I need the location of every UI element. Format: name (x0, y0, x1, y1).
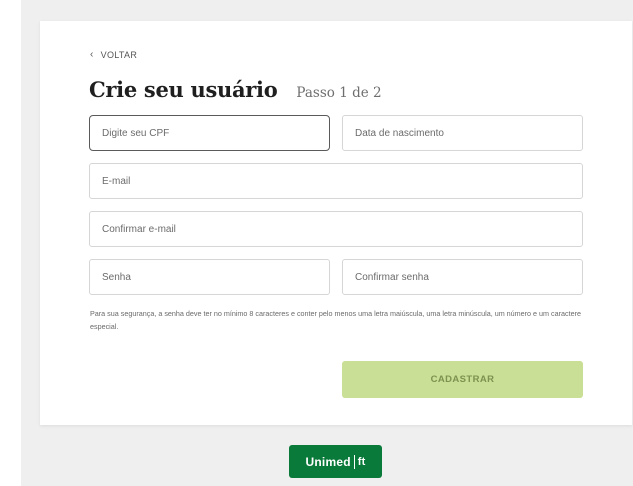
logo-glyph: ft (357, 455, 366, 468)
page-title: Crie seu usuário (89, 77, 278, 102)
back-label: VOLTAR (100, 50, 138, 60)
chevron-left-icon: ‹ (90, 49, 94, 60)
password-hint: Para sua segurança, a senha deve ter no … (90, 309, 581, 331)
registration-card: ‹ VOLTAR Crie seu usuário Passo 1 de 2 P… (40, 21, 632, 425)
birthdate-field[interactable] (342, 115, 583, 151)
cpf-input[interactable] (102, 127, 329, 139)
birthdate-input[interactable] (355, 127, 582, 139)
confirm-password-field[interactable] (342, 259, 583, 295)
register-button[interactable]: CADASTRAR (342, 361, 583, 398)
email-field[interactable] (89, 163, 583, 199)
password-input[interactable] (102, 271, 329, 283)
confirm-password-input[interactable] (355, 271, 582, 283)
back-link[interactable]: ‹ VOLTAR (90, 49, 138, 61)
title-row: Crie seu usuário Passo 1 de 2 (89, 77, 382, 102)
unimed-logo: Unimed ft (289, 445, 382, 478)
confirm-email-input[interactable] (102, 223, 582, 235)
password-field[interactable] (89, 259, 330, 295)
logo-divider (353, 454, 355, 469)
cpf-field[interactable] (89, 115, 330, 151)
step-indicator: Passo 1 de 2 (296, 85, 382, 101)
logo-text: Unimed (305, 454, 351, 469)
confirm-email-field[interactable] (89, 211, 583, 247)
email-input[interactable] (102, 175, 582, 187)
